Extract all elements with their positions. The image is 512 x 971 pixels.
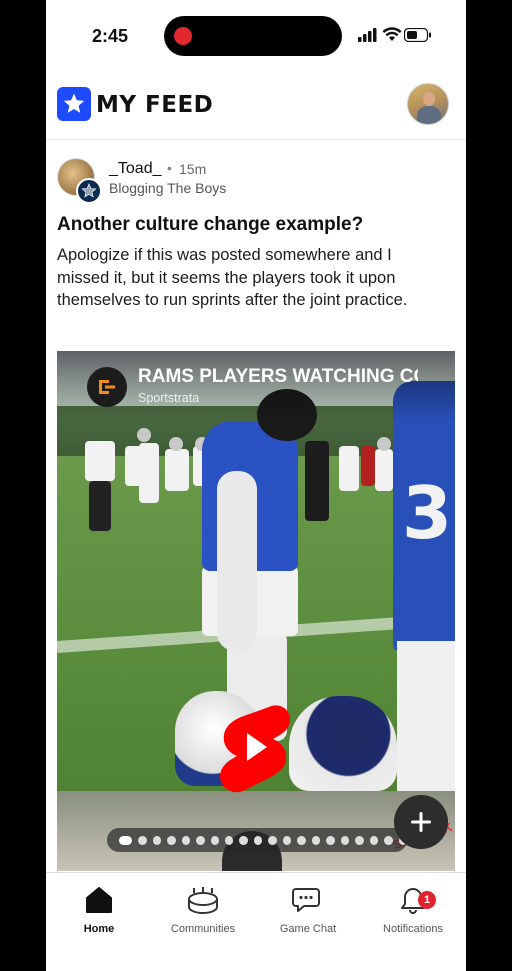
wifi-icon xyxy=(382,27,402,41)
background-helmet xyxy=(137,428,151,442)
status-time: 2:45 xyxy=(92,26,129,46)
create-post-button[interactable] xyxy=(394,795,448,849)
helmet-navy xyxy=(289,696,397,791)
background-player xyxy=(139,443,159,503)
media-pagination xyxy=(107,828,408,852)
pagination-dot[interactable] xyxy=(268,835,277,845)
background-coach xyxy=(305,441,329,521)
pagination-dot[interactable] xyxy=(196,835,205,845)
status-bar: 2:45 xyxy=(46,0,466,72)
pagination-dot[interactable] xyxy=(326,835,335,845)
post-timestamp: 15m xyxy=(179,161,207,177)
tab-notifications[interactable]: Notifications 1 xyxy=(368,885,458,935)
tab-notifications-label: Notifications xyxy=(383,923,443,935)
pagination-dot[interactable] xyxy=(340,835,350,845)
feed-header: MY FEED xyxy=(46,76,466,140)
background-player xyxy=(85,441,115,481)
profile-avatar[interactable] xyxy=(407,83,449,125)
pagination-dot[interactable] xyxy=(119,835,133,845)
bottom-tab-bar: Home Communities Game Chat Notifications… xyxy=(46,872,466,971)
home-icon xyxy=(86,887,112,913)
battery-icon xyxy=(404,28,431,42)
app-logo xyxy=(57,87,91,121)
pagination-dot[interactable] xyxy=(239,835,248,845)
pagination-dot[interactable] xyxy=(152,835,162,845)
tab-home-label: Home xyxy=(83,923,115,935)
recording-indicator-icon xyxy=(174,27,192,45)
video-title[interactable]: RAMS PLAYERS WATCHING CO xyxy=(138,366,418,388)
foreground-player-arm xyxy=(217,471,257,651)
background-player xyxy=(375,449,393,491)
youtube-shorts-play-icon[interactable] xyxy=(217,701,293,793)
video-channel[interactable]: Sportstrata xyxy=(138,391,199,405)
page-title: MY FEED xyxy=(96,92,214,118)
post-title[interactable]: Another culture change example? xyxy=(57,214,363,236)
pagination-dot[interactable] xyxy=(384,835,393,845)
stadium-icon xyxy=(188,887,218,914)
background-helmet xyxy=(377,437,391,451)
pagination-dot[interactable] xyxy=(181,835,191,845)
post-author-row: _Toad_ • 15m Blogging The Boys xyxy=(57,158,457,206)
pagination-dot[interactable] xyxy=(297,835,306,845)
pagination-dot[interactable] xyxy=(224,835,234,845)
author-username[interactable]: _Toad_ xyxy=(109,160,162,178)
tab-game-chat-label: Game Chat xyxy=(279,923,337,935)
tab-home[interactable]: Home xyxy=(54,885,144,935)
phone-screen: 2:45 MY FEED _Toad_ • 15m Blogging The B… xyxy=(46,0,466,971)
right-player-pants xyxy=(397,641,455,791)
star-icon xyxy=(63,93,85,113)
pagination-dot[interactable] xyxy=(138,835,147,845)
background-helmet xyxy=(169,437,183,451)
tab-game-chat[interactable]: Game Chat xyxy=(263,885,353,935)
tab-communities-label: Communities xyxy=(170,923,236,935)
pagination-dot[interactable] xyxy=(369,835,379,845)
chat-icon xyxy=(292,888,320,912)
jersey-number: 36 xyxy=(402,471,455,555)
pagination-dot[interactable] xyxy=(355,835,364,845)
plus-icon xyxy=(411,812,431,832)
team-badge-icon xyxy=(76,178,102,204)
cellular-signal-icon xyxy=(358,28,377,42)
sportstrata-logo-icon xyxy=(99,380,115,394)
pagination-dot[interactable] xyxy=(253,835,263,845)
meta-separator: • xyxy=(167,160,172,176)
background-player xyxy=(361,446,375,486)
pagination-dot[interactable] xyxy=(167,835,176,845)
tab-communities[interactable]: Communities xyxy=(158,885,248,935)
background-player xyxy=(165,449,189,491)
pagination-dot[interactable] xyxy=(282,835,292,845)
post-video[interactable]: 36 SEAHAWK RAMS PLAYERS WATCHING CO Spor… xyxy=(57,351,455,871)
background-player xyxy=(339,446,359,491)
post-body: Apologize if this was posted somewhere a… xyxy=(57,246,408,309)
pagination-dot[interactable] xyxy=(311,835,321,845)
notification-count-badge: 1 xyxy=(418,891,436,909)
channel-logo[interactable] xyxy=(87,367,127,407)
community-name[interactable]: Blogging The Boys xyxy=(109,180,226,196)
pagination-dot[interactable] xyxy=(210,835,219,845)
dynamic-island xyxy=(164,16,342,56)
background-player-legs xyxy=(89,481,111,531)
